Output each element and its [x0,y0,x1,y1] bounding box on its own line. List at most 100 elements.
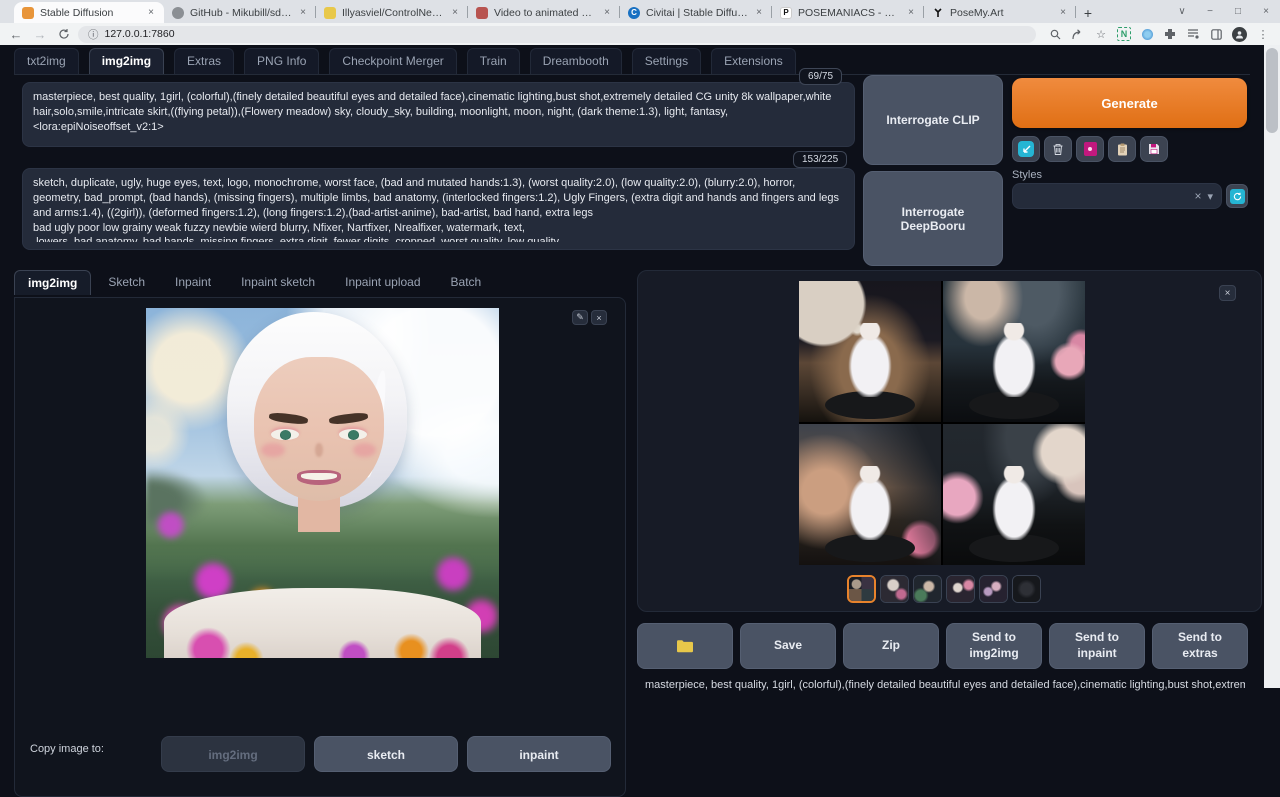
styles-dropdown-arrow-icon[interactable]: ▾ [1207,190,1213,203]
portrait-nose [315,443,323,457]
tab-close-icon[interactable]: × [754,7,764,19]
tab-img2img-mode[interactable]: img2img [14,270,91,295]
address-bar[interactable]: ⓘ 127.0.0.1:7860 [78,26,1036,43]
window-maximize-button[interactable]: □ [1224,6,1252,17]
refresh-styles-button[interactable] [1226,184,1248,208]
page-scrollbar[interactable] [1264,45,1280,688]
negative-prompt-input[interactable]: sketch, duplicate, ugly, huge eyes, text… [33,176,844,242]
browser-menu-icon[interactable]: ⋮ [1256,27,1270,41]
apply-styles-clipboard-button[interactable] [1108,136,1136,162]
portrait-face [254,357,385,501]
interrogate-clip-button[interactable]: Interrogate CLIP [863,75,1003,165]
thumbnail-3[interactable] [913,575,942,603]
browser-tab-posemyart[interactable]: PoseMy.Art × [924,2,1076,23]
gallery-close-button[interactable]: × [1219,285,1236,301]
extensions-puzzle-icon[interactable] [1163,27,1177,41]
tab-label: Stable Diffusion [40,7,140,19]
scrollbar-thumb[interactable] [1266,48,1278,133]
thumbnail-4[interactable] [946,575,975,603]
thumbnail-2[interactable] [880,575,909,603]
tab-checkpoint-merger[interactable]: Checkpoint Merger [329,48,456,74]
paste-arrow-button[interactable] [1012,136,1040,162]
styles-clear-icon[interactable]: × [1194,189,1201,203]
tab-search-chevron-icon[interactable]: ∨ [1168,6,1196,17]
tab-close-icon[interactable]: × [602,7,612,19]
tab-png-info[interactable]: PNG Info [244,48,319,74]
window-controls: ∨ − □ × [1168,0,1280,23]
side-panel-icon[interactable] [1209,27,1223,41]
tab-close-icon[interactable]: × [450,7,460,19]
share-icon[interactable] [1071,27,1085,41]
new-tab-button[interactable]: + [1076,2,1100,23]
browser-tab-controlnet[interactable]: Illyasviel/ControlNet at main × [316,2,468,23]
copy-to-img2img-button[interactable]: img2img [161,736,305,772]
gallery-image-1[interactable] [799,281,941,422]
thumbnail-5[interactable] [979,575,1008,603]
playlist-icon[interactable] [1186,27,1200,41]
copy-to-sketch-button[interactable]: sketch [314,736,458,772]
tab-extras[interactable]: Extras [174,48,234,74]
save-style-floppy-button[interactable] [1140,136,1168,162]
gallery-image-2[interactable] [943,281,1085,422]
tab-label: GitHub - Mikubill/sd-webui-co [190,7,292,19]
tab-txt2img[interactable]: txt2img [14,48,79,74]
reload-button[interactable] [54,25,74,43]
thumbnail-6[interactable] [1012,575,1041,603]
tab-close-icon[interactable]: × [298,7,308,19]
zoom-icon[interactable] [1048,27,1062,41]
negative-prompt-token-counter: 153/225 [793,151,847,168]
gallery-image-4[interactable] [943,424,1085,565]
save-button[interactable]: Save [740,623,836,669]
toolbar-icons: ☆ N ⋮ [1048,27,1270,42]
gallery-actions: Save Zip Send to img2img Send to inpaint… [637,623,1248,669]
tab-inpaint-sketch[interactable]: Inpaint sketch [228,270,328,295]
back-button[interactable]: ← [6,25,26,43]
tab-close-icon[interactable]: × [146,7,156,19]
browser-tab-github[interactable]: GitHub - Mikubill/sd-webui-co × [164,2,316,23]
profile-avatar[interactable] [1232,27,1247,42]
tab-train[interactable]: Train [467,48,520,74]
site-info-icon[interactable]: ⓘ [88,27,99,42]
tab-extensions[interactable]: Extensions [711,48,796,74]
copy-to-inpaint-button[interactable]: inpaint [467,736,611,772]
send-to-inpaint-button[interactable]: Send to inpaint [1049,623,1145,669]
extra-networks-button[interactable] [1076,136,1104,162]
zip-button[interactable]: Zip [843,623,939,669]
prompt-input[interactable]: masterpiece, best quality, 1girl, (color… [33,90,844,139]
tab-batch[interactable]: Batch [438,270,495,295]
bookmark-star-icon[interactable]: ☆ [1094,27,1108,41]
send-to-img2img-button[interactable]: Send to img2img [946,623,1042,669]
tab-inpaint-upload[interactable]: Inpaint upload [332,270,433,295]
source-image[interactable] [146,308,499,658]
interrogate-deepbooru-button[interactable]: Interrogate DeepBooru [863,171,1003,266]
tab-close-icon[interactable]: × [906,7,916,19]
browser-tab-gif-converter[interactable]: Video to animated GIF converter × [468,2,620,23]
clear-prompt-trash-button[interactable] [1044,136,1072,162]
gallery-image-3[interactable] [799,424,941,565]
forward-button[interactable]: → [30,25,50,43]
window-minimize-button[interactable]: − [1196,6,1224,17]
tab-img2img[interactable]: img2img [89,48,164,74]
gallery-thumbnails [847,575,1041,603]
civitai-favicon: C [628,7,640,19]
browser-tab-posemaniacs[interactable]: P POSEMANIACS - Royalty free 3 × [772,2,924,23]
tab-close-icon[interactable]: × [1058,7,1068,19]
stable-diffusion-webui: txt2img img2img Extras PNG Info Checkpoi… [0,45,1264,688]
thumbnail-1-selected[interactable] [847,575,876,603]
tab-dreambooth[interactable]: Dreambooth [530,48,622,74]
edit-image-pencil-button[interactable]: ✎ [572,310,588,325]
extension-blue-icon[interactable] [1140,27,1154,41]
tab-sketch[interactable]: Sketch [95,270,158,295]
tab-inpaint[interactable]: Inpaint [162,270,224,295]
browser-tab-civitai[interactable]: C Civitai | Stable Diffusion model × [620,2,772,23]
send-to-extras-button[interactable]: Send to extras [1152,623,1248,669]
remove-image-button[interactable]: × [591,310,607,325]
open-folder-button[interactable] [637,623,733,669]
styles-dropdown[interactable]: × ▾ [1012,183,1222,209]
extension-n-icon[interactable]: N [1117,27,1131,41]
gallery-grid-image[interactable] [799,281,1085,565]
tab-settings[interactable]: Settings [632,48,701,74]
generate-button[interactable]: Generate [1012,78,1247,128]
window-close-button[interactable]: × [1252,6,1280,17]
browser-tab-stable-diffusion[interactable]: Stable Diffusion × [14,2,164,23]
